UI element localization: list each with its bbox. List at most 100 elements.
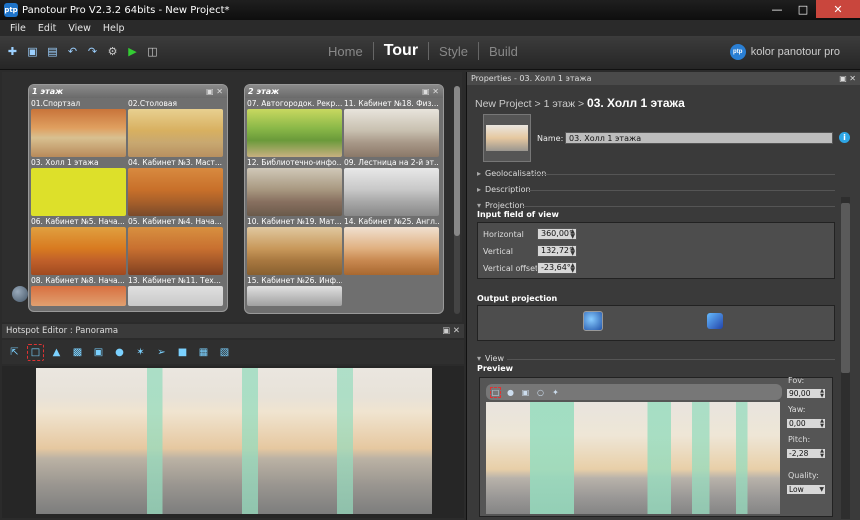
spin-arrows-icon[interactable]: ▲ ▼ (570, 263, 575, 274)
menu-file[interactable]: File (10, 23, 26, 34)
field-value: 0,00 (789, 419, 806, 428)
undo-icon[interactable]: ↶ (64, 43, 81, 60)
add-photo-hotspot-icon[interactable]: ▦ (195, 344, 212, 361)
spherical-projection-icon[interactable] (583, 311, 603, 331)
pano-item[interactable]: 01.Спортзал (31, 98, 126, 157)
mode-tour[interactable]: Tour (374, 42, 428, 60)
pano-label: 12. Библиотечно-инфо... (247, 158, 342, 167)
pano-item[interactable]: 11. Кабинет №18. Физ... (344, 98, 439, 157)
crumb-separator: > (577, 98, 585, 110)
preview-toolbar: □ ● ▣ ○ ✦ (486, 384, 782, 400)
group-header: 2 этаж ▣ ✕ (245, 85, 443, 98)
add-arrow-hotspot-icon[interactable]: ➢ (153, 344, 170, 361)
settings-icon[interactable]: ⚙ (104, 43, 121, 60)
pano-item[interactable]: 07. Автогородок. Рекр... (247, 98, 342, 157)
pano-item[interactable]: 06. Кабинет №5. Нача... (31, 216, 126, 275)
pano-item[interactable]: 05. Кабинет №4. Нача... (128, 216, 223, 275)
add-star-hotspot-icon[interactable]: ✶ (132, 344, 149, 361)
vertical-fov-field[interactable]: 132,72° ▲ ▼ (537, 245, 577, 257)
info-icon[interactable]: i (839, 132, 850, 143)
spin-arrows-icon[interactable]: ▲ ▼ (570, 246, 575, 257)
crumb-project[interactable]: New Project (475, 98, 532, 110)
select-tool-icon[interactable]: □ (490, 386, 501, 398)
add-polygon-hotspot-icon[interactable]: ▩ (69, 344, 86, 361)
add-point-hotspot-icon[interactable]: ▲ (48, 344, 65, 361)
field-value: 90,00 (789, 389, 811, 398)
pano-item[interactable]: 03. Холл 1 этажа (31, 157, 126, 216)
pano-thumbnail (247, 286, 342, 306)
pano-item[interactable]: 13. Кабинет №11. Тех... (128, 275, 223, 306)
group-floor-1[interactable]: 1 этаж ▣ ✕ 01.Спортзал 02.Столовая 03. Х… (28, 84, 228, 312)
section-projection[interactable]: ▾ Projection (477, 201, 525, 210)
hotspot-canvas[interactable] (2, 366, 464, 518)
minimize-button[interactable]: — (764, 0, 790, 18)
horizontal-label: Horizontal (483, 230, 524, 239)
pano-thumbnail (31, 227, 126, 275)
pano-item[interactable]: 15. Кабинет №26. Инф... (247, 275, 342, 306)
mode-home[interactable]: Home (318, 44, 373, 59)
section-description[interactable]: ▸ Description (477, 185, 531, 194)
group-window-icons[interactable]: ▣ ✕ (422, 85, 439, 98)
panel-window-icons[interactable]: ▣ ✕ (839, 72, 856, 85)
preview-image[interactable] (486, 402, 780, 514)
pano-item[interactable]: 12. Библиотечно-инфо... (247, 157, 342, 216)
menu-view[interactable]: View (68, 23, 91, 34)
book-icon[interactable]: ◫ (144, 43, 161, 60)
divider (527, 174, 835, 175)
tour-scrollbar[interactable] (454, 86, 460, 314)
close-button[interactable]: ✕ (816, 0, 860, 18)
menu-edit[interactable]: Edit (38, 23, 56, 34)
group-floor-2[interactable]: 2 этаж ▣ ✕ 07. Автогородок. Рекр... 11. … (244, 84, 444, 314)
pano-item[interactable]: 02.Столовая (128, 98, 223, 157)
play-icon[interactable]: ▶ (124, 43, 141, 60)
section-view[interactable]: ▾ View (477, 354, 504, 363)
fov-field[interactable]: 90,00 ▲ ▼ (786, 388, 826, 399)
save-icon[interactable]: ▣ (24, 43, 41, 60)
add-image-hotspot-icon[interactable]: ▣ (90, 344, 107, 361)
zoom-in-icon[interactable]: ● (505, 387, 516, 398)
globe-icon[interactable] (12, 286, 28, 302)
spin-arrows-icon[interactable]: ▲ ▼ (570, 229, 575, 240)
pano-item[interactable]: 14. Кабинет №25. Англ... (344, 216, 439, 275)
mode-style[interactable]: Style (429, 44, 478, 59)
pano-label: 02.Столовая (128, 99, 178, 108)
name-field[interactable]: 03. Холл 1 этажа (565, 132, 833, 144)
pano-item[interactable]: 04. Кабинет №3. Маст... (128, 157, 223, 216)
add-square-hotspot-icon[interactable]: ■ (174, 344, 191, 361)
group-window-icons[interactable]: ▣ ✕ (206, 85, 223, 98)
mode-build[interactable]: Build (479, 44, 528, 59)
pano-label: 05. Кабинет №4. Нача... (128, 217, 222, 226)
crumb-group[interactable]: 1 этаж (544, 98, 575, 110)
yaw-field[interactable]: 0,00 ▲ ▼ (786, 418, 826, 429)
panorama-image (36, 368, 432, 514)
save-as-icon[interactable]: ▤ (44, 43, 61, 60)
add-panorama-icon[interactable]: ✚ (4, 43, 21, 60)
menu-help[interactable]: Help (103, 23, 125, 34)
zoom-out-icon[interactable]: ○ (535, 387, 546, 398)
pano-item[interactable]: 10. Кабинет №19. Мат... (247, 216, 342, 275)
compass-icon[interactable]: ✦ (550, 387, 561, 398)
maximize-button[interactable]: □ (790, 0, 816, 18)
fit-view-icon[interactable]: ▣ (520, 387, 531, 398)
redo-icon[interactable]: ↷ (84, 43, 101, 60)
title-bar: ptp Panotour Pro V2.3.2 64bits - New Pro… (0, 0, 860, 20)
horizontal-fov-field[interactable]: 360,00° ▲ ▼ (537, 228, 577, 240)
spin-arrows-icon[interactable]: ▲ ▼ (820, 419, 824, 429)
select-tool-icon[interactable]: ⇱ (6, 344, 23, 361)
quality-select[interactable]: Low ▼ (786, 484, 826, 495)
pano-item[interactable]: 08. Кабинет №8. Нача... (31, 275, 126, 306)
pitch-field[interactable]: -2,28 ▲ ▼ (786, 448, 826, 459)
chevron-down-icon[interactable]: ▼ (819, 485, 824, 494)
preview-box: □ ● ▣ ○ ✦ Fov: 90,00 ▲ ▼ Yaw: 0,00 ▲ ▼ Pitch… (479, 376, 833, 517)
add-sound-hotspot-icon[interactable]: ● (111, 344, 128, 361)
polygon-tool-icon[interactable]: □ (27, 343, 44, 361)
add-map-hotspot-icon[interactable]: ▧ (216, 344, 233, 361)
cube-projection-icon[interactable] (707, 313, 723, 329)
pitch-label: Pitch: (788, 435, 811, 444)
spin-arrows-icon[interactable]: ▲ ▼ (820, 449, 824, 459)
panel-window-icons[interactable]: ▣ ✕ (442, 324, 460, 338)
pano-item[interactable]: 09. Лестница на 2-й эт... (344, 157, 439, 216)
properties-scrollbar[interactable] (841, 197, 850, 519)
vertical-offset-field[interactable]: -23,64° ▲ ▼ (537, 262, 577, 274)
spin-arrows-icon[interactable]: ▲ ▼ (820, 389, 824, 399)
